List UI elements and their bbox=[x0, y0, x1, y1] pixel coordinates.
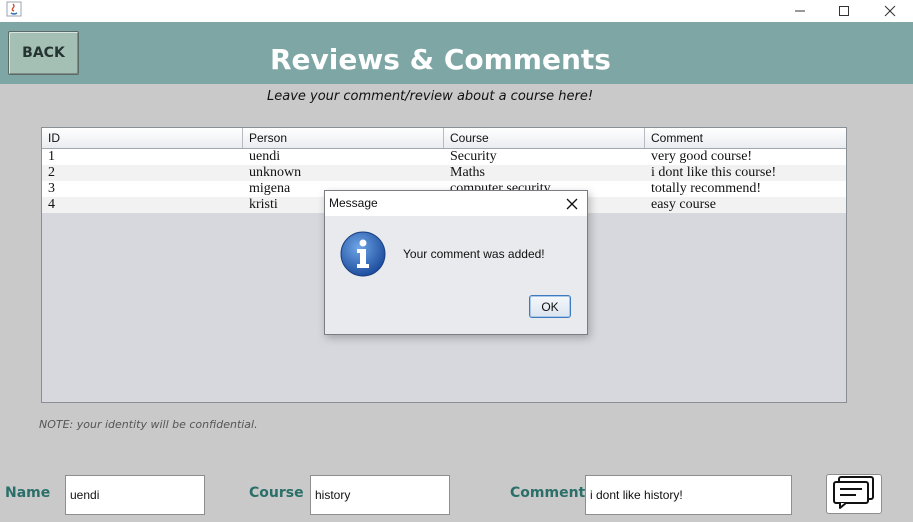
table-header: ID Person Course Comment bbox=[42, 128, 846, 149]
dialog-message: Your comment was added! bbox=[403, 247, 545, 261]
cell-course: Security bbox=[450, 149, 497, 164]
window-titlebar bbox=[0, 0, 913, 22]
minimize-icon[interactable] bbox=[777, 0, 823, 22]
column-header-course[interactable]: Course bbox=[444, 128, 645, 148]
cell-id: 4 bbox=[48, 197, 55, 212]
close-icon[interactable] bbox=[867, 0, 913, 22]
cell-person: uendi bbox=[249, 149, 281, 164]
cell-comment: totally recommend! bbox=[651, 181, 762, 196]
cell-comment: very good course! bbox=[651, 149, 753, 164]
column-header-comment[interactable]: Comment bbox=[645, 128, 846, 148]
maximize-icon[interactable] bbox=[821, 0, 867, 22]
cell-comment: easy course bbox=[651, 197, 716, 212]
ok-button[interactable]: OK bbox=[529, 295, 571, 318]
table-row[interactable]: 2 unknown Maths i dont like this course! bbox=[42, 165, 846, 181]
page-subtitle: Leave your comment/review about a course… bbox=[267, 89, 594, 104]
message-dialog: Message Your comment was added! OK bbox=[324, 190, 588, 335]
cell-id: 3 bbox=[48, 181, 55, 196]
column-header-id[interactable]: ID bbox=[42, 128, 243, 148]
info-icon bbox=[339, 230, 387, 278]
column-header-person[interactable]: Person bbox=[243, 128, 444, 148]
chat-icon bbox=[831, 475, 877, 513]
dialog-titlebar: Message bbox=[325, 191, 587, 216]
back-button[interactable]: BACK bbox=[8, 31, 79, 75]
page-title: Reviews & Comments bbox=[270, 43, 611, 76]
submit-comment-button[interactable] bbox=[826, 474, 882, 514]
cell-person: unknown bbox=[249, 165, 302, 180]
name-field[interactable]: uendi bbox=[65, 475, 205, 515]
dialog-close-icon[interactable] bbox=[563, 195, 581, 213]
confidentiality-note: NOTE: your identity will be confidential… bbox=[39, 418, 258, 431]
cell-course: Maths bbox=[450, 165, 485, 180]
course-field[interactable]: history bbox=[310, 475, 450, 515]
java-app-icon bbox=[6, 1, 22, 17]
cell-id: 2 bbox=[48, 165, 55, 180]
dialog-title: Message bbox=[329, 196, 378, 210]
cell-id: 1 bbox=[48, 149, 55, 164]
comment-field[interactable]: i dont like history! bbox=[585, 475, 792, 515]
name-label: Name bbox=[5, 485, 51, 501]
table-row[interactable]: 1 uendi Security very good course! bbox=[42, 149, 846, 165]
cell-comment: i dont like this course! bbox=[651, 165, 777, 180]
comment-label: Comment bbox=[510, 485, 586, 501]
course-label: Course bbox=[249, 485, 304, 501]
